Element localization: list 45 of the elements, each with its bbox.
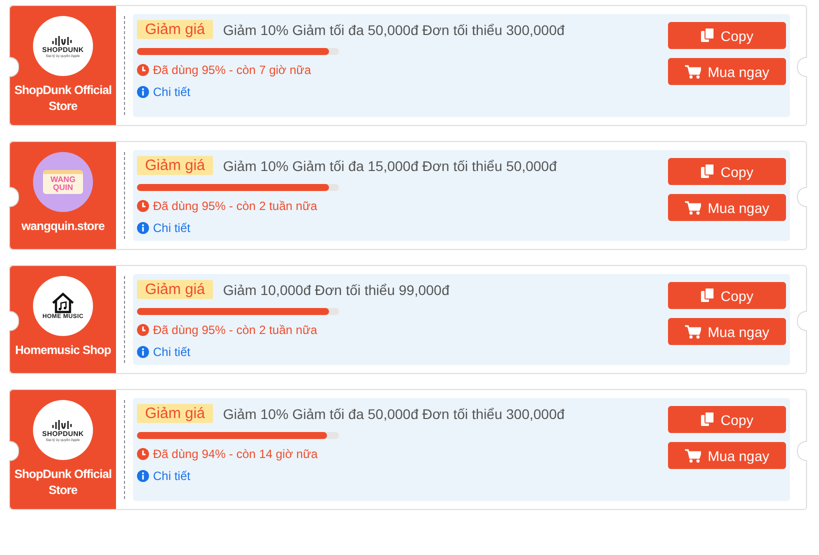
usage-text: Đã dùng 94% - còn 14 giờ nữa: [153, 447, 318, 461]
voucher-description: Giảm 10% Giảm tối đa 15,000đ Đơn tối thiểu 50,000đ: [223, 158, 557, 174]
clock-icon: [137, 200, 149, 212]
discount-tag: Giảm giá: [137, 20, 214, 39]
discount-tag: Giảm giá: [137, 156, 214, 175]
clock-icon: [137, 324, 149, 336]
copy-button[interactable]: Copy: [668, 406, 786, 433]
clock-icon: [137, 448, 149, 460]
copy-icon: [700, 288, 714, 303]
voucher-description: Giảm 10% Giảm tối đa 50,000đ Đơn tối thiểu 300,000đ: [223, 22, 565, 38]
copy-icon: [700, 164, 714, 179]
store-name: ShopDunk Official Store: [14, 82, 112, 114]
info-icon: [137, 470, 149, 482]
discount-tag: Giảm giá: [137, 404, 214, 423]
clock-icon: [137, 64, 149, 76]
info-icon: [137, 222, 149, 234]
voucher-description: Giảm 10% Giảm tối đa 50,000đ Đơn tối thiểu 300,000đ: [223, 406, 565, 422]
cart-icon: [684, 324, 701, 338]
details-link[interactable]: Chi tiết: [153, 469, 190, 483]
copy-button[interactable]: Copy: [668, 282, 786, 309]
buy-now-button[interactable]: Mua ngay: [668, 318, 786, 345]
store-logo: WANG QUIN: [33, 152, 93, 212]
copy-icon: [700, 28, 714, 43]
cart-icon: [684, 448, 701, 462]
voucher-description: Giảm 10,000đ Đơn tối thiểu 99,000đ: [223, 282, 450, 298]
details-link[interactable]: Chi tiết: [153, 221, 190, 235]
copy-button[interactable]: Copy: [668, 22, 786, 49]
copy-button[interactable]: Copy: [668, 158, 786, 185]
info-icon: [137, 346, 149, 358]
store-name: ShopDunk Official Store: [14, 466, 112, 498]
buy-now-button[interactable]: Mua ngay: [668, 58, 786, 85]
buy-now-button[interactable]: Mua ngay: [668, 442, 786, 469]
buy-now-button[interactable]: Mua ngay: [668, 194, 786, 221]
details-link[interactable]: Chi tiết: [153, 345, 190, 359]
store-name: wangquin.store: [21, 218, 105, 234]
details-link[interactable]: Chi tiết: [153, 85, 190, 99]
cart-icon: [684, 200, 701, 214]
info-icon: [137, 86, 149, 98]
usage-text: Đã dùng 95% - còn 2 tuần nữa: [153, 199, 318, 213]
usage-text: Đã dùng 95% - còn 7 giờ nữa: [153, 63, 311, 77]
discount-tag: Giảm giá: [137, 280, 214, 299]
cart-icon: [684, 64, 701, 78]
copy-icon: [700, 412, 714, 427]
usage-text: Đã dùng 95% - còn 2 tuần nữa: [153, 323, 318, 337]
store-name: Homemusic Shop: [15, 342, 111, 358]
